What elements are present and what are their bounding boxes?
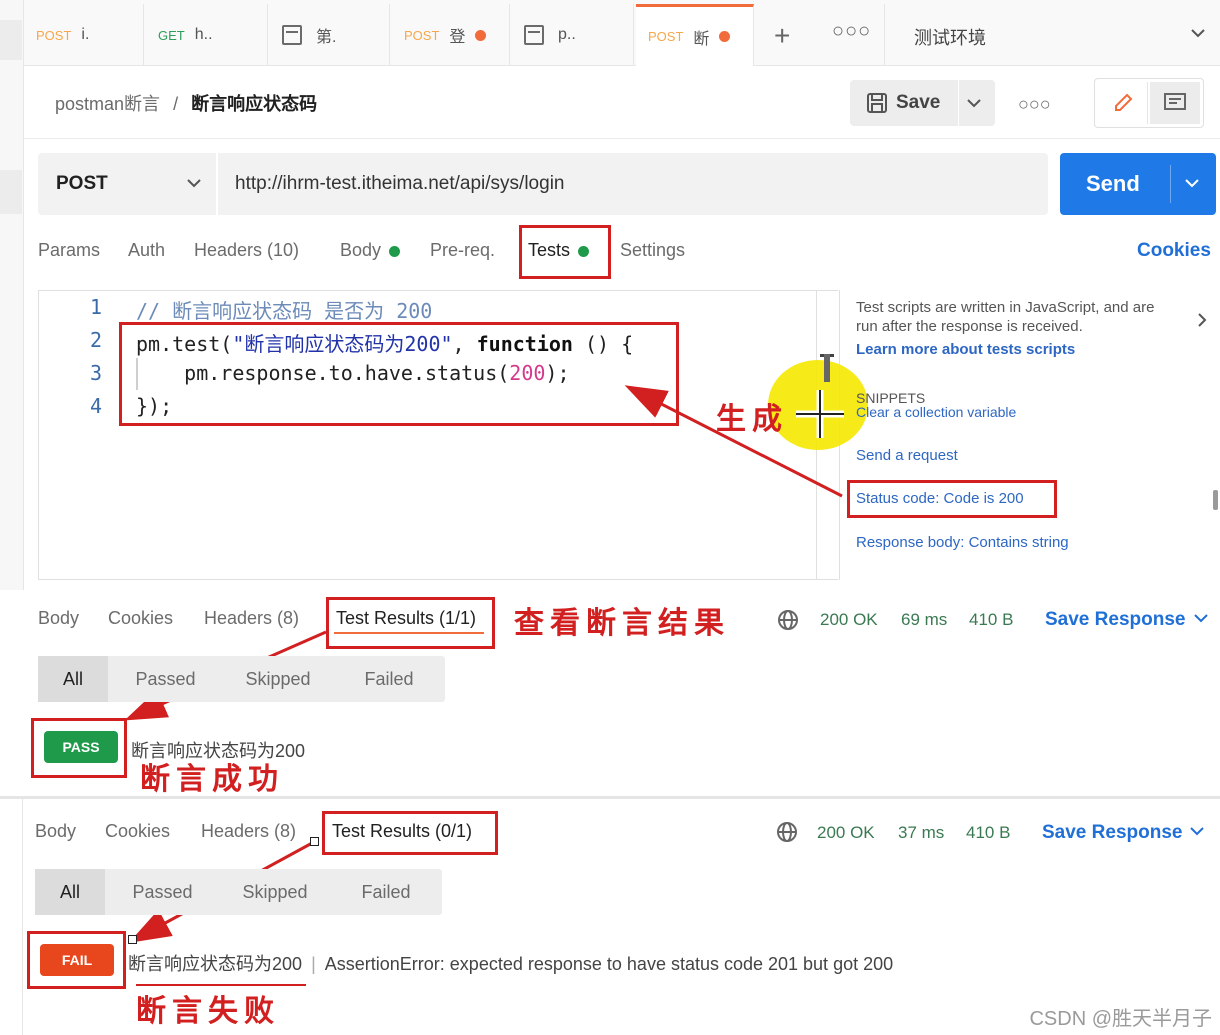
annotation-box-fail bbox=[27, 931, 126, 989]
annotation-box-results bbox=[326, 597, 495, 649]
filter-failed[interactable]: Failed bbox=[330, 869, 442, 915]
save-response-button[interactable]: Save Response bbox=[1042, 822, 1182, 844]
globe-icon[interactable] bbox=[777, 609, 799, 631]
status-code: 200 OK bbox=[817, 823, 875, 842]
annotation-success: 断言成功 bbox=[140, 762, 284, 797]
filter-all[interactable]: All bbox=[38, 656, 108, 702]
globe-icon[interactable] bbox=[776, 821, 798, 843]
status-code: 200 OK bbox=[820, 610, 878, 629]
filter-passed[interactable]: Passed bbox=[108, 656, 223, 702]
filter-skipped[interactable]: Skipped bbox=[223, 656, 333, 702]
annotation-generate: 生成 bbox=[716, 402, 788, 437]
response-tab-body[interactable]: Body bbox=[35, 821, 76, 842]
filter-all[interactable]: All bbox=[35, 869, 105, 915]
result-filters: All Passed Skipped Failed bbox=[38, 656, 445, 702]
watermark: CSDN @胜天半月子 bbox=[1029, 1008, 1212, 1030]
response-time: 37 ms bbox=[898, 823, 945, 842]
save-response-button[interactable]: Save Response bbox=[1045, 609, 1185, 631]
chevron-down-icon[interactable] bbox=[1194, 614, 1208, 624]
filter-failed[interactable]: Failed bbox=[333, 656, 445, 702]
assertion-error-message: AssertionError: expected response to hav… bbox=[324, 954, 894, 974]
response-tab-body[interactable]: Body bbox=[38, 608, 79, 629]
failed-test-result: 断言响应状态码为200 | AssertionError: expected r… bbox=[128, 954, 894, 974]
response-tab-headers[interactable]: Headers (8) bbox=[201, 821, 296, 842]
response-time: 69 ms bbox=[901, 610, 948, 629]
response-tab-cookies[interactable]: Cookies bbox=[105, 821, 170, 842]
result-filters: All Passed Skipped Failed bbox=[35, 869, 442, 915]
response-size: 410 B bbox=[969, 610, 1014, 629]
annotation-box-pass bbox=[31, 718, 127, 778]
filter-passed[interactable]: Passed bbox=[105, 869, 220, 915]
response-tab-headers[interactable]: Headers (8) bbox=[204, 608, 299, 629]
annotation-failure: 断言失败 bbox=[136, 994, 280, 1029]
annotation-view-results: 查看断言结果 bbox=[514, 606, 730, 641]
response-tab-cookies[interactable]: Cookies bbox=[108, 608, 173, 629]
response-size: 410 B bbox=[966, 823, 1011, 842]
annotation-box-results-fail bbox=[322, 811, 498, 855]
filter-skipped[interactable]: Skipped bbox=[220, 869, 330, 915]
test-result-name: 断言响应状态码为200 bbox=[128, 954, 303, 974]
chevron-down-icon[interactable] bbox=[1190, 827, 1204, 837]
